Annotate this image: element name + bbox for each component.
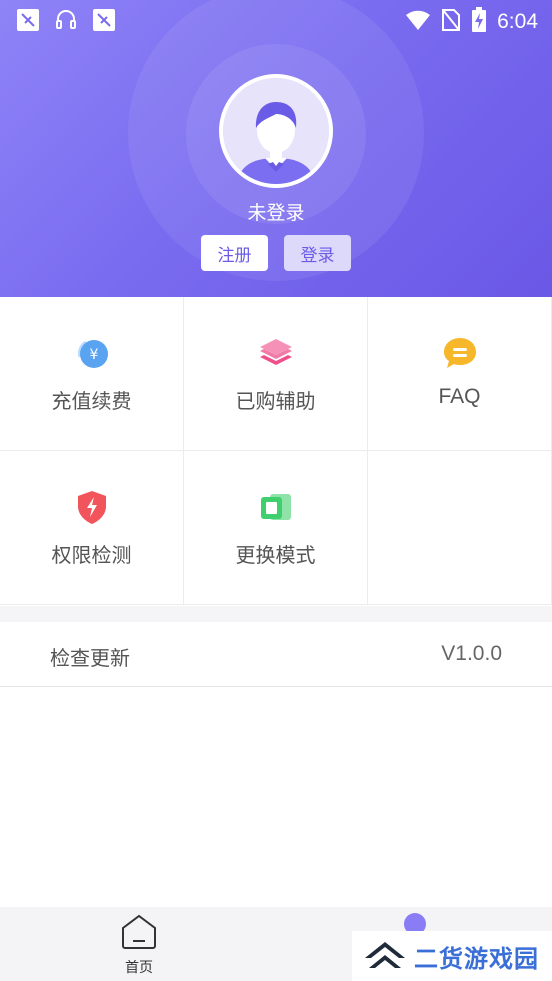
login-button[interactable]: 登录 xyxy=(284,235,351,271)
grid-item-label: 更换模式 xyxy=(235,543,316,567)
grid-item-permissions[interactable]: 权限检测 xyxy=(0,451,184,605)
headset-icon xyxy=(54,8,78,32)
grid-item-label: 已购辅助 xyxy=(235,389,316,413)
nav-home-label: 首页 xyxy=(125,960,153,976)
layers-icon xyxy=(258,335,294,371)
grid-item-faq[interactable]: FAQ xyxy=(368,297,552,451)
avatar[interactable] xyxy=(219,74,333,188)
section-separator xyxy=(0,606,552,622)
status-bar: 6:04 xyxy=(0,0,552,40)
avatar-illustration xyxy=(223,78,329,184)
app-screen: 6:04 未登录 注册 登录 ¥ 充值续费 已购辅助 FAQ 权限检测 更换模式… xyxy=(0,0,552,981)
no-sim-icon xyxy=(441,8,461,36)
grid-item-label: FAQ xyxy=(438,385,481,408)
register-button[interactable]: 注册 xyxy=(201,235,268,271)
version-label: V1.0.0 xyxy=(441,642,502,665)
watermark-text: 二货游戏园 xyxy=(414,944,539,973)
status-time: 6:04 xyxy=(497,10,538,33)
switch-mode-icon xyxy=(258,489,294,525)
grid-item-label: 充值续费 xyxy=(51,389,132,413)
grid-item-purchased[interactable]: 已购辅助 xyxy=(184,297,368,451)
notification-icon xyxy=(92,8,116,32)
auth-buttons: 注册 登录 xyxy=(201,235,351,271)
bottom-nav: 首页 二货游戏园 xyxy=(0,907,552,981)
grid-item-label: 权限检测 xyxy=(51,543,132,567)
recharge-icon: ¥ xyxy=(74,335,110,371)
home-icon xyxy=(120,913,158,955)
feature-grid: ¥ 充值续费 已购辅助 FAQ 权限检测 更换模式 xyxy=(0,297,552,606)
wifi-icon xyxy=(405,9,431,35)
battery-charging-icon xyxy=(471,7,487,37)
grid-item-switch-mode[interactable]: 更换模式 xyxy=(184,451,368,605)
watermark-logo-icon xyxy=(362,936,408,976)
shield-icon xyxy=(74,489,110,525)
svg-text:¥: ¥ xyxy=(89,347,98,363)
grid-item-empty xyxy=(368,451,552,605)
username-label: 未登录 xyxy=(247,202,305,224)
nav-home-tab[interactable]: 首页 xyxy=(112,913,166,977)
faq-chat-icon xyxy=(442,335,478,371)
profile-header: 6:04 未登录 注册 登录 xyxy=(0,0,552,297)
watermark: 二货游戏园 xyxy=(352,931,552,981)
notification-icon xyxy=(16,8,40,32)
grid-item-recharge[interactable]: ¥ 充值续费 xyxy=(0,297,184,451)
check-update-row[interactable]: 检查更新 V1.0.0 xyxy=(0,622,552,687)
check-update-label: 检查更新 xyxy=(50,646,130,670)
